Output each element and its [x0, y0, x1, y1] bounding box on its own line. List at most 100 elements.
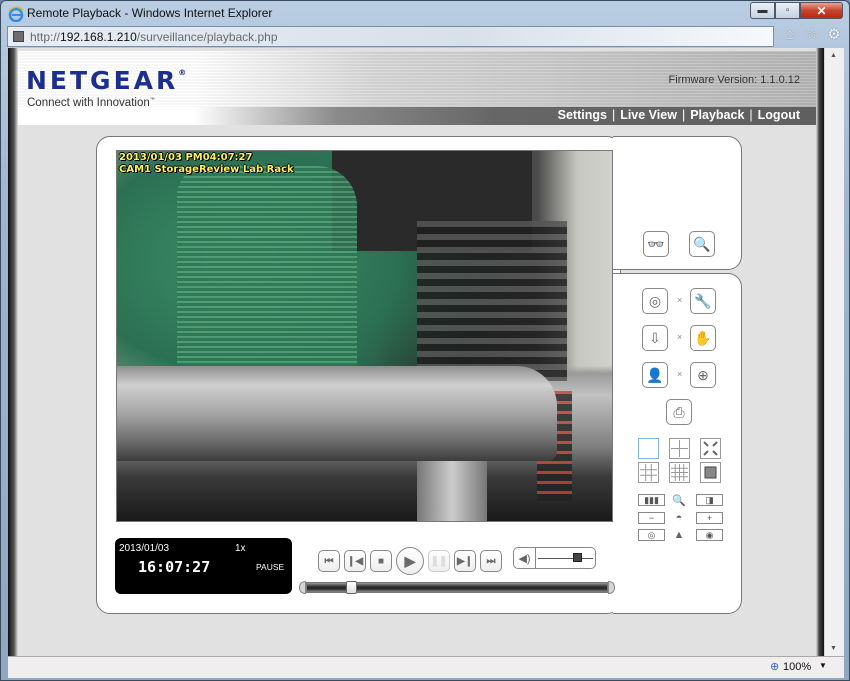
separator-x-icon: × — [677, 332, 683, 342]
page-icon — [13, 31, 24, 42]
step-forward-icon: ▶❙ — [456, 555, 474, 567]
nav-playback[interactable]: Playback — [690, 108, 744, 122]
skip-to-start-icon: ⏮ — [324, 555, 334, 567]
multi-camera-button[interactable]: ▮▮▮ — [638, 494, 665, 506]
video-player[interactable]: 2013/01/03 PM04:07:27 CAM1 StorageReview… — [116, 150, 613, 522]
zoom-level[interactable]: 100% — [783, 661, 811, 673]
nav-settings[interactable]: Settings — [558, 108, 607, 122]
stop-button[interactable]: ■ — [370, 550, 392, 572]
target-icon: ◎ — [647, 529, 656, 540]
backup-button[interactable]: ✋ — [690, 325, 716, 351]
download-button[interactable]: ⇩ — [642, 325, 668, 351]
title-bar: Remote Playback - Windows Internet Explo… — [1, 1, 850, 25]
document-search-icon: 🔍 — [693, 235, 711, 252]
print-button[interactable]: ⎙ — [666, 399, 692, 425]
focus-near-button[interactable]: ◎ — [638, 529, 665, 541]
snapshot-icon: ◨ — [705, 494, 714, 505]
video-reel-button[interactable]: ◎ — [642, 288, 668, 314]
separator-x-icon: × — [677, 369, 683, 379]
seek-slider-knob[interactable] — [346, 581, 358, 594]
minimize-button[interactable]: ▬ — [750, 2, 775, 19]
disc-add-button[interactable]: ⊕ — [690, 362, 716, 388]
binoculars-icon: 👓 — [647, 235, 665, 252]
page-viewport: ▲ ▼ NETGEAR® Connect with Innovation™ Fi… — [8, 48, 844, 656]
download-arrow-icon: ⇩ — [649, 329, 661, 346]
layout-4x4-button[interactable] — [669, 462, 690, 483]
playback-speed: 1x — [235, 543, 246, 554]
playback-status-box: 2013/01/03 1x 16:07:27 PAUSE — [115, 538, 292, 594]
netgear-logo: NETGEAR® — [26, 66, 187, 95]
minus-icon: − — [648, 512, 655, 523]
printer-icon: ⎙ — [673, 403, 685, 420]
tilt-up-arrow-icon[interactable]: ▲ — [670, 529, 688, 541]
maximize-button[interactable]: ▫ — [775, 2, 800, 19]
status-bar: ⊕ 100% ▼ — [8, 656, 844, 678]
vertical-scrollbar[interactable]: ▲ ▼ — [824, 48, 844, 656]
nav-live-view[interactable]: Live View — [620, 108, 677, 122]
left-border-shade — [8, 48, 18, 656]
address-bar[interactable]: http://192.168.1.210/surveillance/playba… — [7, 26, 774, 47]
tools-gear-icon[interactable]: ⚙ — [826, 27, 842, 43]
original-size-button[interactable] — [700, 462, 721, 483]
plus-icon: + — [706, 512, 713, 523]
pause-icon: ❚❚ — [430, 555, 448, 567]
zoom-in-button[interactable]: + — [696, 512, 723, 524]
speed-gauge-icon[interactable]: ◓ — [670, 512, 688, 524]
record-dot-icon: ◉ — [705, 529, 714, 540]
playback-date: 2013/01/03 — [119, 543, 170, 554]
zoom-out-button[interactable]: − — [638, 512, 665, 524]
volume-control: ◀) — [513, 547, 596, 569]
speaker-icon[interactable]: ◀) — [514, 548, 536, 568]
scroll-up-arrow-icon[interactable]: ▲ — [830, 52, 837, 59]
playback-time: 16:07:27 — [138, 558, 211, 576]
zoom-dropdown-arrow-icon[interactable]: ▼ — [819, 661, 827, 670]
layout-1x1-button[interactable] — [638, 438, 659, 459]
volume-slider-knob[interactable] — [572, 553, 582, 562]
skip-to-end-icon: ⏭ — [486, 555, 496, 567]
skip-to-start-button[interactable]: ⏮ — [318, 550, 340, 572]
play-icon: ▶ — [404, 552, 416, 569]
search-panel — [613, 136, 742, 270]
fullscreen-button[interactable] — [700, 438, 721, 459]
osd-camera-name: CAM1 StorageReview Lab Rack — [119, 164, 294, 175]
stop-icon: ■ — [377, 555, 385, 567]
focus-far-button[interactable]: ◉ — [696, 529, 723, 541]
firmware-version: Firmware Version: 1.1.0.12 — [668, 74, 800, 86]
main-nav: Settings | Live View | Playback | Logout — [18, 107, 816, 125]
search-button[interactable]: 👓 — [643, 231, 669, 257]
skip-to-end-button[interactable]: ⏭ — [480, 550, 502, 572]
favorites-star-icon[interactable]: ☆ — [804, 27, 820, 43]
grid-4x4-icon — [671, 464, 688, 481]
nav-logout[interactable]: Logout — [758, 108, 800, 122]
video-scene-rack — [417, 221, 567, 381]
user-file-button[interactable]: 👤 — [642, 362, 668, 388]
zoom-search-icon[interactable]: 🔍 — [670, 494, 688, 507]
pause-button[interactable]: ❚❚ — [428, 550, 450, 572]
step-forward-button[interactable]: ▶❙ — [454, 550, 476, 572]
settings-button[interactable]: 🔧 — [690, 288, 716, 314]
playback-controls: ⏮ ❙◀ ■ ▶ ❚❚ ▶❙ ⏭ — [318, 547, 502, 575]
layout-3x3-button[interactable] — [638, 462, 659, 483]
scroll-down-arrow-icon[interactable]: ▼ — [830, 645, 837, 652]
disc-add-icon: ⊕ — [697, 366, 709, 383]
close-button[interactable]: ✕ — [800, 2, 843, 19]
snapshot-button[interactable]: ◨ — [696, 494, 723, 506]
playback-state: PAUSE — [256, 562, 285, 572]
nav-separator: | — [611, 108, 616, 122]
volume-track[interactable] — [538, 558, 593, 559]
people-icon: ▮▮▮ — [644, 494, 659, 505]
browser-window: Remote Playback - Windows Internet Explo… — [0, 0, 850, 681]
url-text[interactable]: http://192.168.1.210/surveillance/playba… — [30, 30, 278, 44]
hand-icon: ✋ — [694, 329, 712, 346]
layout-2x2-button[interactable] — [669, 438, 690, 459]
separator-x-icon: × — [677, 295, 683, 305]
grid-2x2-icon — [671, 440, 688, 457]
event-search-button[interactable]: 🔍 — [689, 231, 715, 257]
home-icon[interactable]: ⌂ — [782, 27, 798, 43]
zoom-magnifier-icon[interactable]: ⊕ — [770, 660, 779, 673]
wrench-icon: 🔧 — [694, 292, 712, 309]
original-size-icon — [704, 466, 717, 479]
play-button[interactable]: ▶ — [396, 547, 424, 575]
step-back-button[interactable]: ❙◀ — [344, 550, 366, 572]
seek-bar[interactable] — [299, 581, 615, 594]
